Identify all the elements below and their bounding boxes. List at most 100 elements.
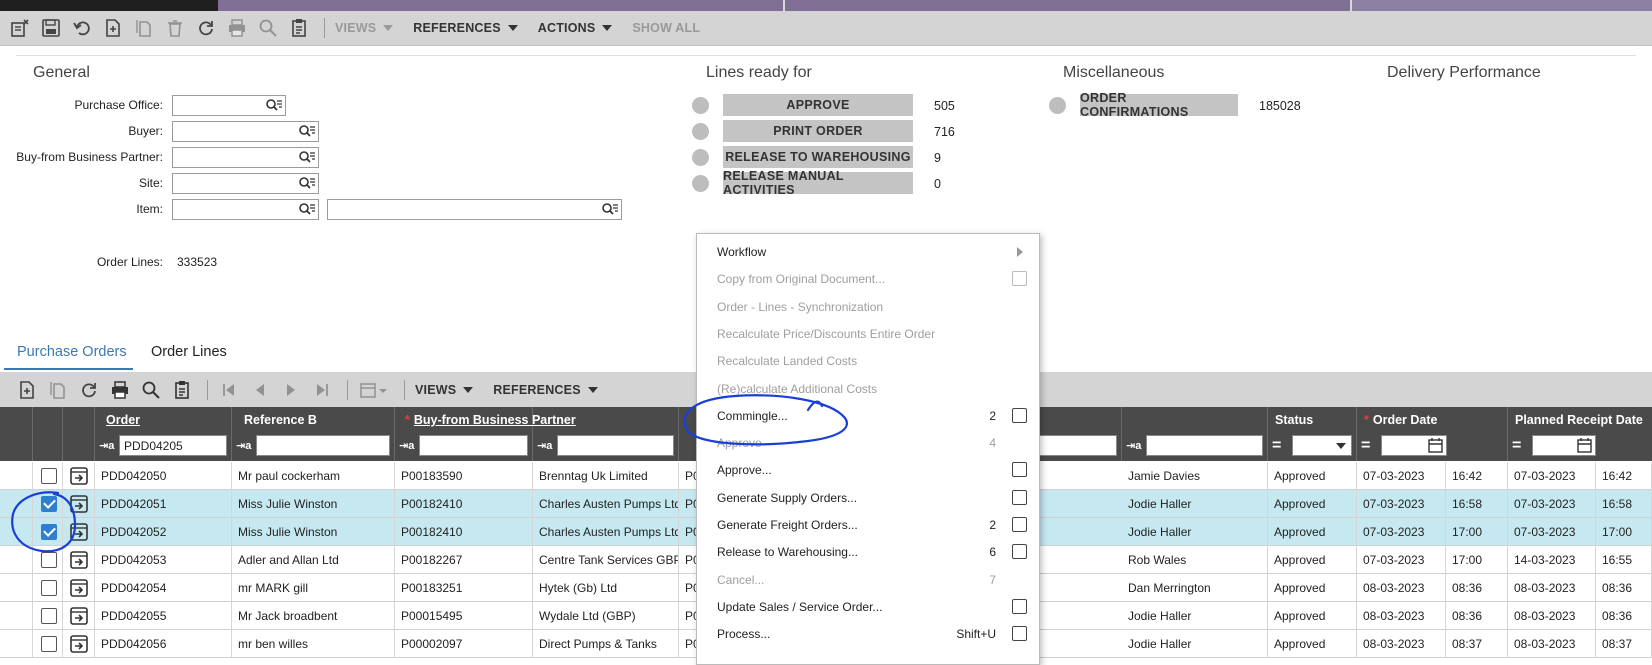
copy-line-icon[interactable]	[47, 379, 69, 401]
session-tab-3[interactable]	[1352, 0, 1652, 11]
next-record-icon[interactable]	[280, 379, 302, 401]
approve-button[interactable]: APPROVE	[723, 94, 913, 116]
row-select-checkbox[interactable]	[41, 468, 57, 484]
row-select-checkbox[interactable]	[41, 580, 57, 596]
open-record-icon[interactable]	[70, 607, 88, 625]
undo-icon[interactable]	[71, 17, 93, 39]
menu-item-checkbox[interactable]	[1012, 544, 1027, 560]
lookup-icon[interactable]	[265, 98, 283, 113]
row-select-checkbox[interactable]	[41, 496, 57, 512]
grid-views-menu[interactable]: VIEWS	[415, 383, 474, 397]
tab-purchase-orders[interactable]: Purchase Orders	[17, 344, 127, 360]
header-partner-name[interactable]: ⇥a	[533, 407, 679, 461]
menu-item-generate-supply-orders[interactable]: Generate Supply Orders...	[697, 484, 1041, 512]
grid-references-menu[interactable]: REFERENCES	[493, 383, 598, 397]
planned-receipt-filter-input[interactable]	[1532, 435, 1596, 456]
lookup-icon[interactable]	[601, 202, 619, 217]
refresh-icon[interactable]	[195, 17, 217, 39]
release-manual-activities-button[interactable]: RELEASE MANUAL ACTIVITIES	[723, 169, 913, 197]
order-column-title[interactable]: Order	[106, 413, 140, 427]
menu-item-checkbox[interactable]	[1012, 489, 1027, 505]
header-buyer[interactable]: ⇥a	[1122, 407, 1268, 461]
item-description-input[interactable]	[327, 199, 622, 220]
buyer-filter-input[interactable]	[1146, 435, 1263, 456]
equals-operator-icon[interactable]: =	[1512, 437, 1532, 453]
order-date-column-title[interactable]: * Order Date	[1364, 413, 1437, 427]
buyer-input[interactable]	[172, 121, 319, 142]
tab-order-lines[interactable]: Order Lines	[151, 344, 227, 360]
header-reference-b[interactable]: Reference B ⇥a	[232, 407, 395, 461]
menu-item-checkbox[interactable]	[1012, 517, 1027, 532]
open-record-icon[interactable]	[70, 495, 88, 513]
open-record-icon[interactable]	[70, 467, 88, 485]
menu-item-approve[interactable]: Approve...	[697, 456, 1041, 484]
session-tab-2[interactable]	[785, 0, 1350, 11]
menu-item-checkbox[interactable]	[1012, 626, 1027, 642]
menu-item-checkbox[interactable]	[1012, 598, 1027, 614]
delete-icon[interactable]	[164, 17, 186, 39]
menu-item-workflow[interactable]: Workflow	[697, 238, 1041, 266]
previous-record-icon[interactable]	[249, 379, 271, 401]
row-select-checkbox[interactable]	[41, 608, 57, 624]
menu-item-commingle[interactable]: Commingle... 2	[697, 402, 1041, 430]
print-order-button[interactable]: PRINT ORDER	[723, 120, 913, 142]
header-planned-receipt-date[interactable]: Planned Receipt Date =	[1508, 407, 1652, 461]
buy-from-filter-input[interactable]	[419, 435, 528, 456]
lookup-icon[interactable]	[298, 176, 316, 191]
views-menu[interactable]: VIEWS	[335, 21, 394, 35]
order-confirmations-button[interactable]: ORDER CONFIRMATIONS	[1080, 91, 1238, 119]
calendar-icon[interactable]	[1577, 438, 1592, 453]
last-record-icon[interactable]	[311, 379, 333, 401]
header-buy-from-partner[interactable]: * Buy-from Business Partner ⇥a	[395, 407, 576, 461]
menu-item-generate-freight-orders[interactable]: Generate Freight Orders... 2	[697, 511, 1041, 539]
copy-document-icon[interactable]	[133, 17, 155, 39]
row-select-checkbox[interactable]	[41, 524, 57, 540]
site-input[interactable]	[172, 173, 319, 194]
partner-name-filter-input[interactable]	[557, 435, 674, 456]
menu-item-checkbox[interactable]	[1012, 462, 1027, 478]
order-date-filter-input[interactable]	[1381, 435, 1447, 456]
header-order[interactable]: Order ⇥a PDD04205	[95, 407, 232, 461]
header-status[interactable]: Status =	[1268, 407, 1357, 461]
open-record-icon[interactable]	[70, 551, 88, 569]
search-icon[interactable]	[140, 379, 162, 401]
print-icon[interactable]	[109, 379, 131, 401]
save-and-close-icon[interactable]	[9, 17, 31, 39]
open-record-icon[interactable]	[70, 523, 88, 541]
planned-receipt-column-title[interactable]: Planned Receipt Date	[1515, 413, 1643, 427]
search-icon[interactable]	[257, 17, 279, 39]
status-filter-select[interactable]	[1292, 435, 1352, 456]
reference-b-filter-input[interactable]	[256, 435, 390, 456]
calendar-icon[interactable]	[1428, 438, 1443, 453]
export-icon[interactable]	[171, 379, 193, 401]
actions-menu[interactable]: ACTIONS	[538, 21, 613, 35]
lookup-icon[interactable]	[298, 202, 316, 217]
reference-b-column-title[interactable]: Reference B	[244, 413, 317, 427]
header-order-date[interactable]: * Order Date =	[1357, 407, 1508, 461]
print-icon[interactable]	[226, 17, 248, 39]
new-line-icon[interactable]	[16, 379, 38, 401]
item-input[interactable]	[172, 199, 319, 220]
equals-operator-icon[interactable]: =	[1272, 437, 1292, 453]
export-icon[interactable]	[288, 17, 310, 39]
lookup-icon[interactable]	[298, 124, 316, 139]
status-column-title[interactable]: Status	[1275, 413, 1313, 427]
row-select-checkbox[interactable]	[41, 552, 57, 568]
refresh-icon[interactable]	[78, 379, 100, 401]
open-record-icon[interactable]	[70, 635, 88, 653]
release-to-warehousing-button[interactable]: RELEASE TO WAREHOUSING	[723, 146, 913, 168]
menu-item-process[interactable]: Process... Shift+U	[697, 620, 1041, 648]
session-tab-1[interactable]	[218, 0, 783, 11]
equals-operator-icon[interactable]: =	[1361, 437, 1381, 453]
business-partner-input[interactable]	[172, 147, 319, 168]
menu-item-release-to-warehousing[interactable]: Release to Warehousing... 6	[697, 538, 1041, 566]
purchase-office-input[interactable]	[172, 95, 286, 116]
order-filter-input[interactable]: PDD04205	[119, 435, 227, 456]
menu-item-update-sales-service-order[interactable]: Update Sales / Service Order...	[697, 593, 1041, 621]
open-record-icon[interactable]	[70, 579, 88, 597]
references-menu[interactable]: REFERENCES	[413, 21, 518, 35]
new-document-icon[interactable]	[102, 17, 124, 39]
row-select-checkbox[interactable]	[41, 636, 57, 652]
calendar-dropdown-icon[interactable]	[358, 379, 390, 401]
first-record-icon[interactable]	[218, 379, 240, 401]
